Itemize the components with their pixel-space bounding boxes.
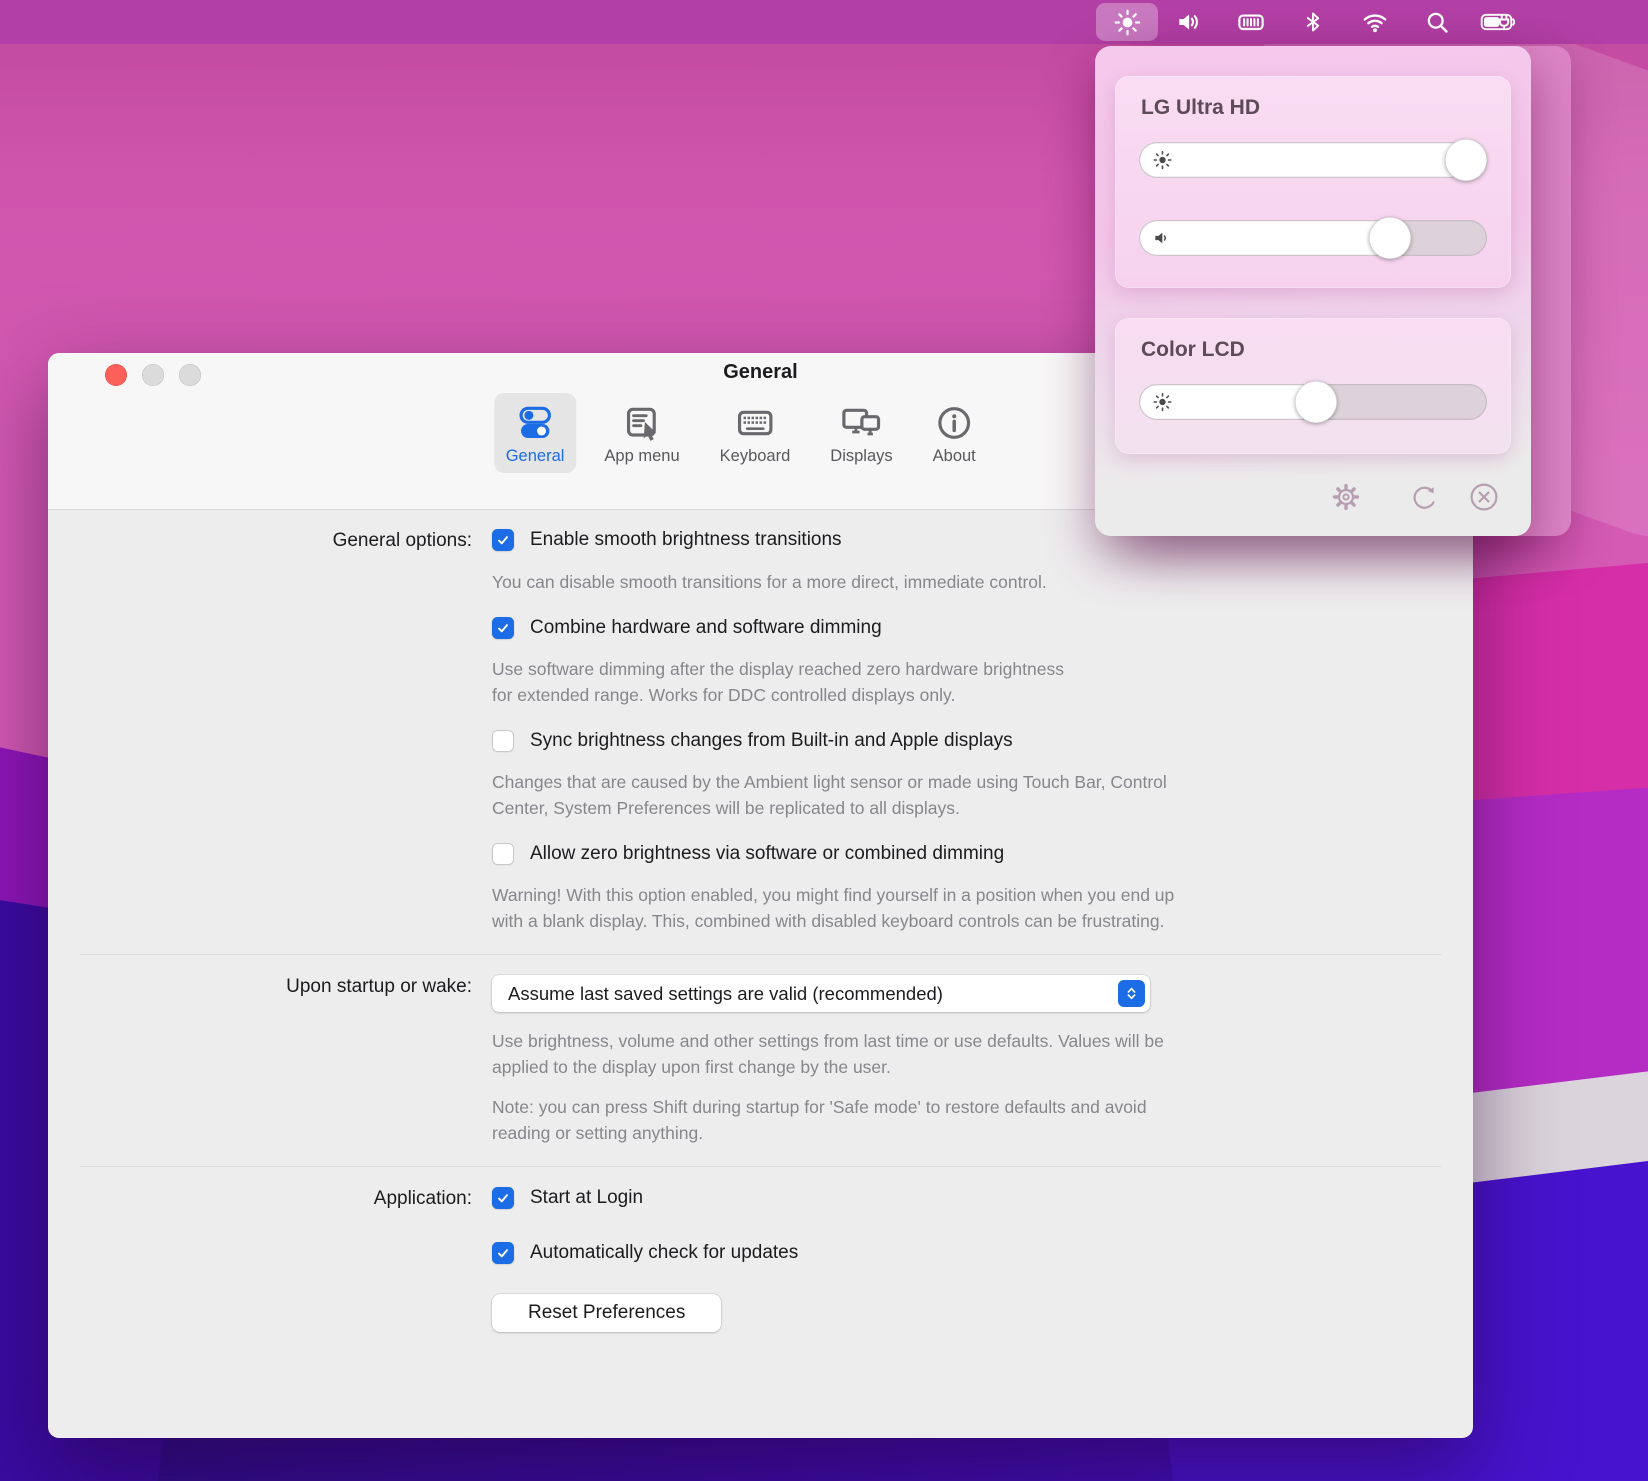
display-name: Color LCD <box>1141 338 1487 362</box>
checkbox[interactable] <box>492 730 514 752</box>
desktop: LG Ultra HD <box>0 0 1648 1481</box>
dropdown-value: Assume last saved settings are valid (re… <box>508 983 943 1005</box>
brightness-popover: LG Ultra HD <box>1095 46 1531 536</box>
menu-bar <box>0 0 1648 44</box>
search-icon <box>1425 10 1450 35</box>
tab-label: General <box>506 447 565 466</box>
chevron-up-down-icon <box>1118 980 1145 1007</box>
checkbox-label: Combine hardware and software dimming <box>530 617 882 639</box>
slider-fill <box>1139 142 1487 178</box>
bluetooth-icon <box>1301 9 1325 35</box>
brightness-slider[interactable] <box>1139 142 1487 178</box>
keyboard-icon <box>733 402 777 444</box>
keyboard-brightness-menu-icon[interactable] <box>1220 3 1282 41</box>
battery-charging-icon <box>1480 9 1518 35</box>
checkbox-label: Sync brightness changes from Built-in an… <box>530 730 1013 752</box>
tab-label: Keyboard <box>720 447 791 466</box>
tab-label: App menu <box>604 447 679 466</box>
checkbox-label: Enable smooth brightness transitions <box>530 529 842 551</box>
startup-behavior-dropdown[interactable]: Assume last saved settings are valid (re… <box>492 975 1150 1012</box>
checkbox-label: Allow zero brightness via software or co… <box>530 843 1004 865</box>
tab-keyboard[interactable]: Keyboard <box>708 393 803 473</box>
speaker-icon <box>1152 228 1172 248</box>
reset-preferences-button[interactable]: Reset Preferences <box>492 1294 721 1332</box>
display-card: Color LCD <box>1115 318 1511 454</box>
bluetooth-menu-icon[interactable] <box>1282 3 1344 41</box>
volume-menu-icon[interactable] <box>1158 3 1220 41</box>
checkbox-row: Automatically check for updates <box>492 1242 1461 1264</box>
tab-label: About <box>933 447 976 466</box>
option-description: Changes that are caused by the Ambient l… <box>492 769 1461 821</box>
checkbox[interactable] <box>492 617 514 639</box>
wifi-icon <box>1361 9 1389 35</box>
displays-icon <box>838 402 884 444</box>
checkbox-row: Combine hardware and software dimming <box>492 617 1461 639</box>
tab-displays[interactable]: Displays <box>818 393 904 473</box>
keyboard-brightness-icon <box>1237 9 1265 35</box>
slider-knob[interactable] <box>1295 381 1337 423</box>
checkbox[interactable] <box>492 529 514 551</box>
checkbox-label: Start at Login <box>530 1187 643 1209</box>
section-label: Upon startup or wake: <box>60 975 472 998</box>
volume-slider[interactable] <box>1139 220 1487 256</box>
tab-label: Displays <box>830 447 892 466</box>
toolbar-tabs: General App m <box>494 393 988 473</box>
refresh-icon[interactable] <box>1407 480 1441 514</box>
close-icon[interactable] <box>1467 480 1501 514</box>
section-label: Application: <box>60 1187 472 1210</box>
display-name: LG Ultra HD <box>1141 96 1487 120</box>
display-card: LG Ultra HD <box>1115 76 1511 288</box>
app-menu-icon <box>621 402 663 444</box>
settings-gear-icon[interactable] <box>1329 480 1363 514</box>
search-menu-icon[interactable] <box>1406 3 1468 41</box>
option-description: You can disable smooth transitions for a… <box>492 569 1461 595</box>
sun-icon <box>1152 150 1173 171</box>
battery-menu-icon[interactable] <box>1468 3 1530 41</box>
sun-icon <box>1152 392 1173 413</box>
speaker-icon <box>1176 9 1202 35</box>
checkbox[interactable] <box>492 1187 514 1209</box>
toggles-icon <box>514 402 556 444</box>
option-note: Note: you can press Shift during startup… <box>492 1094 1461 1146</box>
option-description: Use brightness, volume and other setting… <box>492 1028 1461 1080</box>
tab-general[interactable]: General <box>494 393 577 473</box>
tab-about[interactable]: About <box>921 393 988 473</box>
checkbox[interactable] <box>492 843 514 865</box>
option-description: Use software dimming after the display r… <box>492 656 1461 708</box>
checkbox-label: Automatically check for updates <box>530 1242 798 1264</box>
option-description: Warning! With this option enabled, you m… <box>492 882 1461 934</box>
checkbox-row: Sync brightness changes from Built-in an… <box>492 730 1461 752</box>
section-label: General options: <box>60 529 472 552</box>
brightness-menu-icon[interactable] <box>1096 3 1158 41</box>
menu-bar-status-icons <box>1096 0 1530 44</box>
brightness-slider[interactable] <box>1139 384 1487 420</box>
section-divider <box>80 954 1441 955</box>
slider-knob[interactable] <box>1445 139 1487 181</box>
sun-icon <box>1114 9 1141 36</box>
info-icon <box>934 402 974 444</box>
checkbox-row: Allow zero brightness via software or co… <box>492 843 1461 865</box>
checkbox-row: Start at Login <box>492 1187 1461 1209</box>
popover-actions <box>1095 480 1531 514</box>
checkbox[interactable] <box>492 1242 514 1264</box>
section-divider <box>80 1166 1441 1167</box>
settings-content: General options: Enable smooth brightnes… <box>48 510 1473 1438</box>
wifi-menu-icon[interactable] <box>1344 3 1406 41</box>
tab-app-menu[interactable]: App menu <box>592 393 691 473</box>
slider-knob[interactable] <box>1369 217 1411 259</box>
